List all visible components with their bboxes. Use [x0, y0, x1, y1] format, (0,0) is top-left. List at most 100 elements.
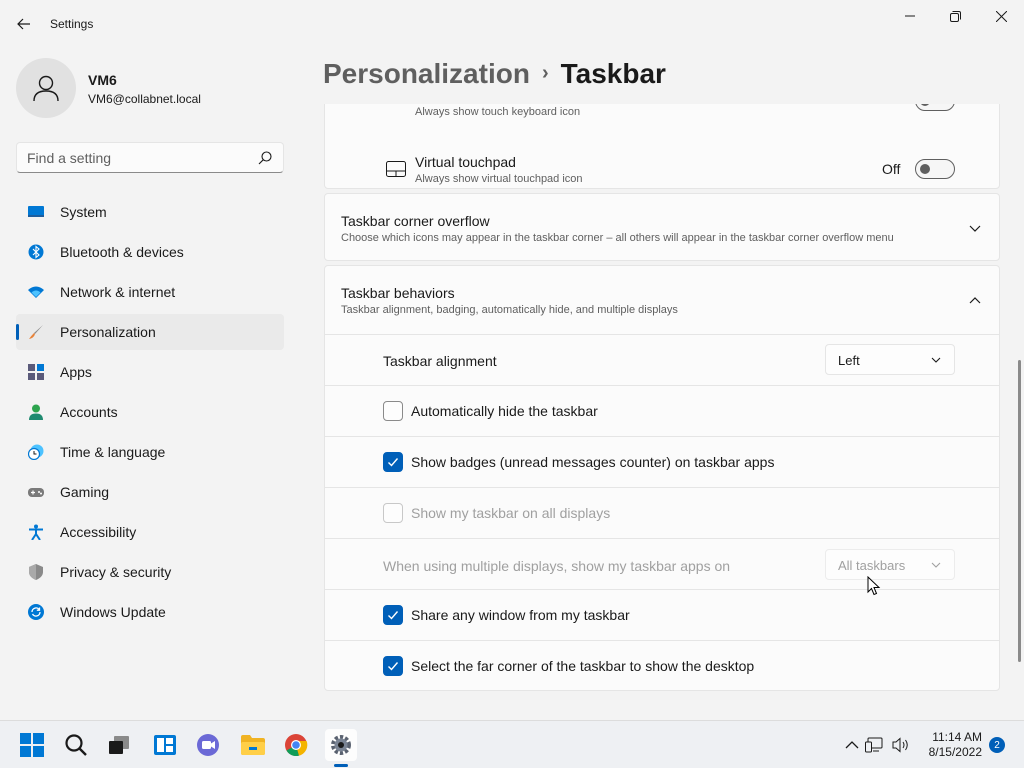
sidebar-item-label: Network & internet	[60, 284, 176, 300]
sidebar-item-label: System	[60, 204, 107, 220]
taskbar-alignment-label: Taskbar alignment	[383, 353, 497, 369]
network-status-button[interactable]	[864, 729, 884, 761]
search-input[interactable]: Find a setting	[16, 142, 284, 173]
badges-row[interactable]: Show badges (unread messages counter) on…	[325, 436, 1000, 487]
wifi-icon	[28, 286, 44, 298]
sidebar-item-label: Time & language	[60, 444, 166, 460]
chrome-button[interactable]	[280, 729, 312, 761]
sidebar-item-accessibility[interactable]: Accessibility	[16, 514, 284, 550]
breadcrumb-parent[interactable]: Personalization	[323, 58, 530, 89]
auto-hide-checkbox[interactable]	[383, 401, 403, 421]
taskbar-alignment-dropdown[interactable]: Left	[825, 344, 955, 375]
virtual-touchpad-state: Off	[882, 161, 901, 177]
taskbar-behaviors-title: Taskbar behaviors	[341, 285, 455, 301]
sidebar-item-label: Accounts	[60, 404, 118, 420]
sidebar-item-personalization[interactable]: Personalization	[16, 314, 284, 350]
speaker-icon	[892, 737, 908, 753]
share-window-row[interactable]: Share any window from my taskbar	[325, 589, 1000, 640]
touch-keyboard-state: Off	[882, 104, 900, 107]
task-view-button[interactable]	[103, 729, 135, 761]
auto-hide-label: Automatically hide the taskbar	[411, 403, 598, 419]
chat-button[interactable]	[192, 729, 224, 761]
sidebar-item-gaming[interactable]: Gaming	[16, 474, 284, 510]
badges-checkbox[interactable]	[383, 452, 403, 472]
network-icon	[865, 737, 883, 753]
close-button[interactable]	[978, 4, 1024, 28]
far-corner-row[interactable]: Select the far corner of the taskbar to …	[325, 640, 1000, 691]
sidebar-item-label: Windows Update	[60, 604, 166, 620]
far-corner-checkbox[interactable]	[383, 656, 403, 676]
notification-badge[interactable]: 2	[989, 737, 1005, 753]
user-profile[interactable]: VM6 VM6@collabnet.local	[16, 58, 286, 118]
user-email: VM6@collabnet.local	[88, 92, 201, 106]
settings-app-button[interactable]	[325, 729, 357, 761]
touchpad-icon	[386, 161, 406, 177]
bluetooth-icon	[28, 244, 44, 260]
active-app-indicator	[334, 764, 348, 767]
volume-button[interactable]	[889, 729, 913, 761]
checkmark-icon	[388, 611, 399, 620]
touch-keyboard-toggle[interactable]	[915, 104, 955, 111]
app-title: Settings	[50, 17, 94, 31]
search-icon[interactable]	[257, 150, 273, 166]
file-explorer-button[interactable]	[237, 729, 269, 761]
restore-button[interactable]	[932, 4, 978, 28]
taskbar-behaviors-subtitle: Taskbar alignment, badging, automaticall…	[341, 304, 678, 316]
search-icon	[65, 734, 87, 756]
sidebar-item-time-language[interactable]: Time & language	[16, 434, 284, 470]
taskbar-behaviors-header[interactable]: Taskbar behaviors Taskbar alignment, bad…	[325, 266, 1000, 334]
avatar	[16, 58, 76, 118]
person-icon	[29, 404, 43, 420]
sidebar-item-windows-update[interactable]: Windows Update	[16, 594, 284, 630]
corner-overflow-title: Taskbar corner overflow	[341, 213, 490, 229]
sidebar-item-privacy[interactable]: Privacy & security	[16, 554, 284, 590]
taskbar-search-button[interactable]	[60, 729, 92, 761]
restore-icon	[949, 10, 961, 22]
corner-overflow-card[interactable]: Taskbar corner overflow Choose which ico…	[324, 193, 1000, 261]
user-name: VM6	[88, 72, 117, 88]
touch-keyboard-icon	[386, 104, 406, 105]
taskbar-behaviors-card: Taskbar behaviors Taskbar alignment, bad…	[324, 265, 1000, 691]
vertical-scrollbar[interactable]	[1018, 360, 1021, 662]
back-button[interactable]	[12, 12, 36, 36]
start-button[interactable]	[16, 729, 48, 761]
windows-logo-icon	[20, 733, 44, 757]
settings-content: Always show touch keyboard icon Off Virt…	[324, 104, 1000, 716]
chevron-up-icon	[845, 741, 859, 749]
sidebar-item-system[interactable]: System	[16, 194, 284, 230]
widgets-button[interactable]	[149, 729, 181, 761]
share-window-label: Share any window from my taskbar	[411, 607, 630, 623]
chevron-down-icon	[931, 357, 941, 363]
sidebar-item-network[interactable]: Network & internet	[16, 274, 284, 310]
minimize-icon	[905, 15, 915, 17]
shield-icon	[29, 564, 43, 580]
chevron-down-icon[interactable]	[967, 221, 983, 237]
taskbar-clock[interactable]: 11:14 AM 8/15/2022	[929, 730, 982, 760]
chevron-up-icon[interactable]	[967, 292, 983, 308]
sidebar-item-label: Personalization	[60, 324, 156, 340]
all-displays-label: Show my taskbar on all displays	[411, 505, 611, 521]
touch-keyboard-subtitle: Always show touch keyboard icon	[415, 106, 581, 118]
folder-icon	[241, 735, 265, 755]
taskbar-alignment-row: Taskbar alignment Left	[325, 334, 1000, 385]
auto-hide-row[interactable]: Automatically hide the taskbar	[325, 385, 1000, 436]
sidebar-item-label: Privacy & security	[60, 564, 172, 580]
chrome-icon	[285, 734, 308, 757]
search-placeholder: Find a setting	[27, 150, 112, 166]
sidebar-item-accounts[interactable]: Accounts	[16, 394, 284, 430]
person-avatar-icon	[33, 75, 59, 102]
clock-globe-icon	[28, 444, 44, 460]
update-icon	[28, 604, 44, 620]
dropdown-value: Left	[838, 353, 860, 368]
toggle-knob	[920, 164, 930, 174]
virtual-touchpad-toggle[interactable]	[915, 159, 955, 179]
share-window-checkbox[interactable]	[383, 605, 403, 625]
corner-overflow-subtitle: Choose which icons may appear in the tas…	[341, 232, 894, 244]
sidebar-item-bluetooth[interactable]: Bluetooth & devices	[16, 234, 284, 270]
close-icon	[995, 10, 1007, 22]
title-bar: Settings	[0, 0, 1024, 48]
checkmark-icon	[388, 458, 399, 467]
sidebar-item-apps[interactable]: Apps	[16, 354, 284, 390]
checkmark-icon	[388, 662, 399, 671]
minimize-button[interactable]	[887, 4, 933, 28]
